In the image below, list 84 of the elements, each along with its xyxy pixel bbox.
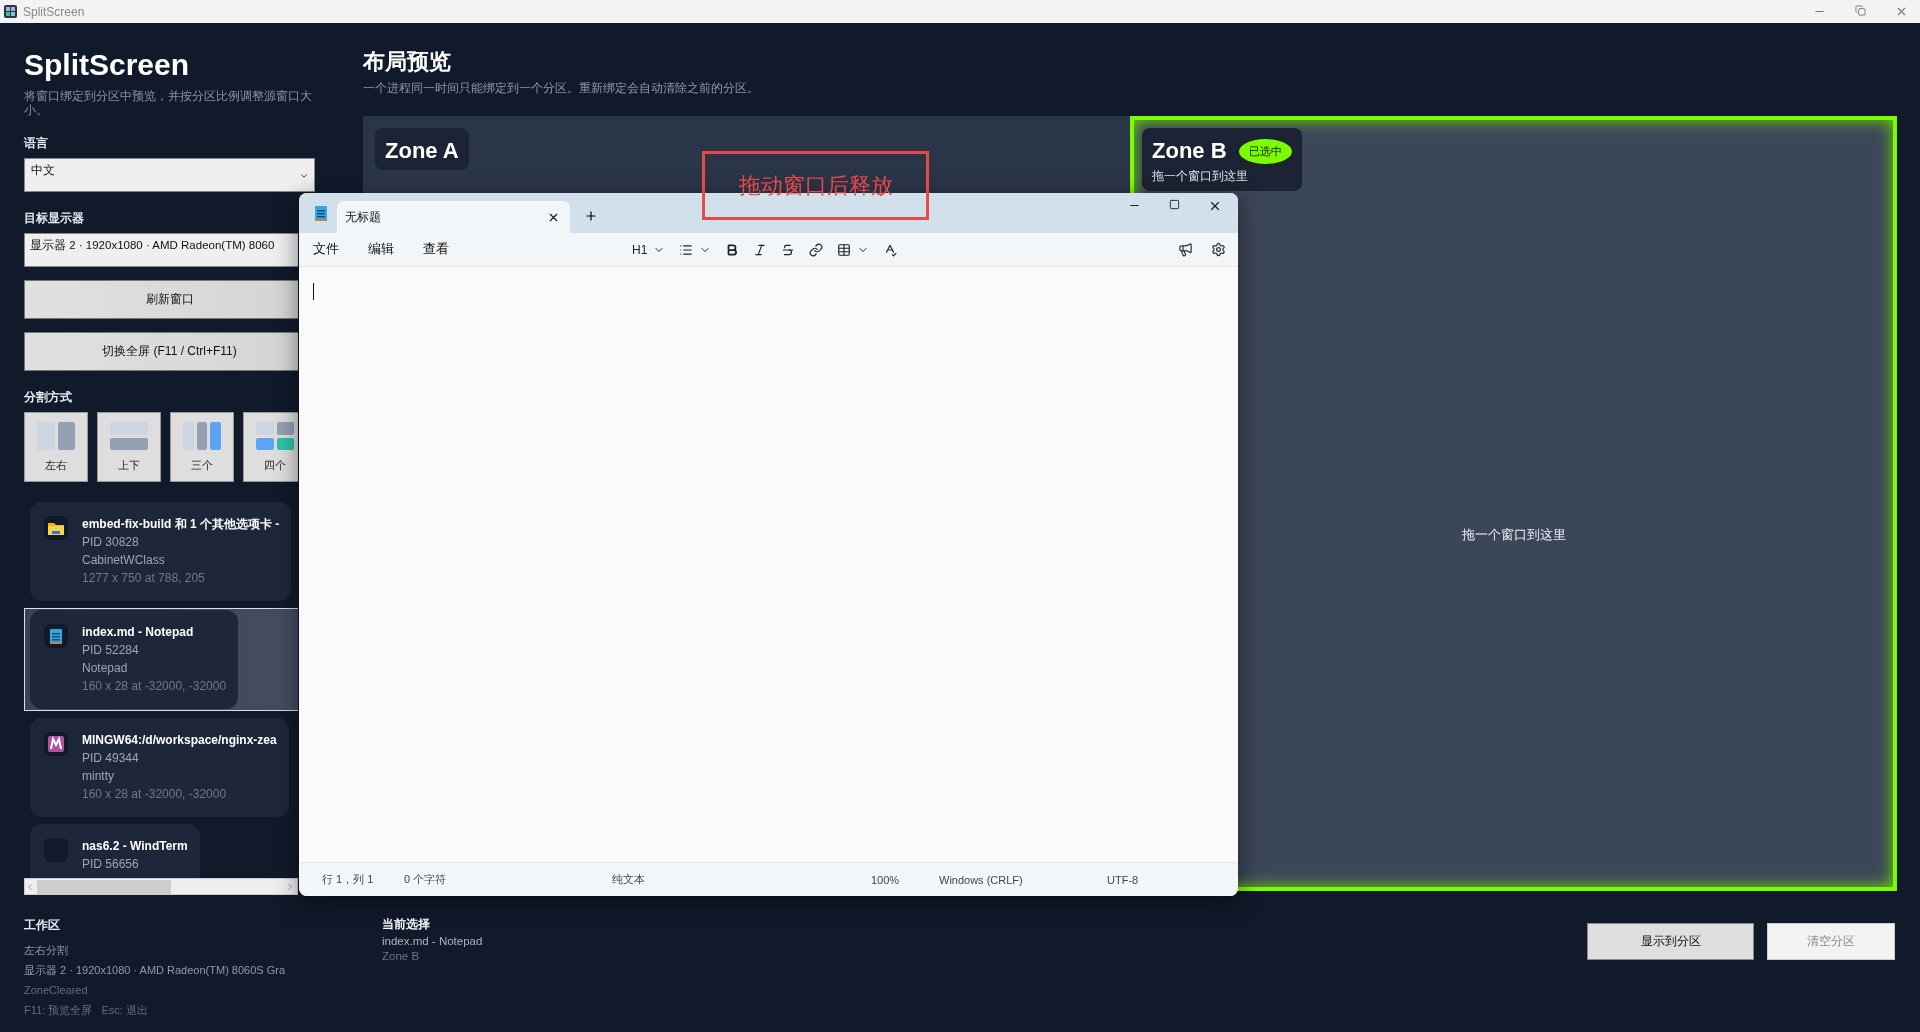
workspace-line: ZoneCleared bbox=[24, 983, 89, 998]
strikethrough-icon[interactable] bbox=[781, 242, 796, 257]
menu-item[interactable]: 文件 bbox=[313, 241, 339, 258]
status-item: 0 个字符 bbox=[404, 872, 448, 887]
app-heading: SplitScreen bbox=[24, 47, 191, 83]
page-description: 一个进程同一时间只能绑定到一个分区。重新绑定会自动清除之前的分区。 bbox=[363, 81, 760, 96]
notepad-icon bbox=[50, 628, 62, 644]
heading-dropdown[interactable]: H1 bbox=[632, 242, 648, 257]
sidebar-button[interactable]: 切换全屏 (F11 / Ctrl+F11) bbox=[24, 332, 298, 371]
window-title-text: embed-fix-build 和 1 个其他选项卡 - bbox=[82, 516, 280, 533]
layout-option[interactable]: 三个 bbox=[170, 412, 234, 482]
settings-icon[interactable] bbox=[1211, 242, 1226, 257]
current-zone: Zone B bbox=[382, 950, 421, 962]
menu-item[interactable]: 编辑 bbox=[368, 241, 394, 258]
window-row[interactable]: nas6.2 - WindTerm PID 56656 bbox=[24, 824, 298, 878]
layout-label: 分割方式 bbox=[24, 389, 73, 406]
scroll-left-icon bbox=[25, 881, 35, 892]
spellcheck-icon[interactable] bbox=[883, 242, 898, 257]
zone-name: Zone B bbox=[1152, 138, 1227, 164]
link-icon[interactable] bbox=[809, 242, 824, 257]
window-title-text: MINGW64:/d/workspace/nginx-zea bbox=[82, 732, 277, 749]
zone-name: Zone A bbox=[385, 138, 459, 164]
window-card[interactable]: nas6.2 - WindTerm PID 56656 bbox=[30, 824, 200, 878]
window-detail: CabinetWClass bbox=[82, 552, 166, 569]
split-top-bottom-icon bbox=[110, 422, 148, 450]
window-detail: PID 56656 bbox=[82, 856, 140, 873]
window-card[interactable]: index.md - Notepad PID 52284 Notepad 160 x 28 at -32000, -32000 bbox=[30, 610, 239, 709]
status-item: 100% bbox=[871, 873, 901, 886]
status-item: 纯文本 bbox=[612, 872, 646, 887]
folder-icon bbox=[48, 521, 64, 535]
layout-option[interactable]: 四个 bbox=[243, 412, 298, 482]
bold-icon[interactable] bbox=[725, 242, 740, 257]
workspace-heading: 工作区 bbox=[24, 917, 61, 934]
window-detail: 1277 x 750 at 788, 205 bbox=[82, 570, 206, 587]
window-title-text: index.md - Notepad bbox=[82, 624, 195, 641]
current-window: index.md - Notepad bbox=[382, 935, 483, 947]
close-icon[interactable] bbox=[1208, 199, 1222, 213]
italic-icon[interactable] bbox=[753, 242, 768, 257]
notepad-icon bbox=[315, 206, 327, 221]
app-icon bbox=[4, 5, 17, 18]
language-label: 语言 bbox=[24, 135, 49, 152]
window-detail: Notepad bbox=[82, 660, 129, 677]
action-button[interactable]: 显示到分区 bbox=[1587, 923, 1754, 960]
window-detail: PID 49344 bbox=[82, 750, 140, 767]
new-tab-icon[interactable] bbox=[584, 209, 598, 223]
zone-hint: 拖一个窗口到这里 bbox=[1152, 168, 1249, 185]
status-item: 行 1，列 1 bbox=[322, 872, 375, 887]
app-description: 将窗口绑定到分区中预览，并按分区比例调整源窗口大小。 bbox=[24, 89, 313, 117]
window-detail: PID 52284 bbox=[82, 642, 140, 659]
megaphone-icon[interactable] bbox=[1178, 242, 1193, 257]
list-icon[interactable] bbox=[679, 242, 694, 257]
window-detail: PID 30828 bbox=[82, 534, 140, 551]
selected-badge: 已选中 bbox=[1238, 138, 1292, 164]
window-detail: 160 x 28 at -32000, -32000 bbox=[82, 786, 228, 803]
scroll-right-icon bbox=[285, 881, 295, 892]
layout-option[interactable]: 左右 bbox=[24, 412, 88, 482]
current-selection-heading: 当前选择 bbox=[382, 917, 431, 932]
maximize-icon[interactable] bbox=[1169, 199, 1180, 210]
status-item: Windows (CRLF) bbox=[939, 873, 1024, 886]
workspace-line: F11: 预览全屏 Esc: 退出 bbox=[24, 1003, 149, 1018]
split-four-icon bbox=[256, 422, 294, 450]
zone-drop-text: 拖一个窗口到这里 bbox=[1461, 526, 1566, 544]
language-select[interactable]: 中文 bbox=[24, 158, 315, 192]
window-title-text: nas6.2 - WindTerm bbox=[82, 838, 188, 855]
window-detail: 160 x 28 at -32000, -32000 bbox=[82, 678, 227, 695]
page-heading: 布局预览 bbox=[363, 48, 452, 76]
window-detail: mintty bbox=[82, 768, 115, 785]
layout-option[interactable]: 上下 bbox=[97, 412, 161, 482]
window-title: SplitScreen bbox=[23, 4, 85, 19]
scrollbar-thumb[interactable] bbox=[37, 879, 171, 894]
sidebar-button[interactable]: 刷新窗口 bbox=[24, 280, 298, 319]
split-three-icon bbox=[183, 422, 221, 450]
menu-item[interactable]: 查看 bbox=[423, 241, 449, 258]
restore-icon[interactable] bbox=[1855, 5, 1866, 16]
monitor-field[interactable]: 显示器 2 · 1920x1080 · AMD Radeon(TM) 8060 bbox=[24, 233, 298, 267]
monitor-label: 目标显示器 bbox=[24, 210, 85, 227]
chevron-down-icon bbox=[299, 171, 309, 181]
workspace-line: 左右分割 bbox=[24, 943, 69, 958]
horizontal-scrollbar[interactable] bbox=[24, 878, 298, 895]
workspace-line: 显示器 2 · 1920x1080 · AMD Radeon(TM) 8060S Gra bbox=[24, 963, 287, 978]
split-left-right-icon bbox=[37, 422, 75, 450]
table-icon[interactable] bbox=[837, 242, 852, 257]
selected-window-row[interactable]: index.md - Notepad PID 52284 Notepad 160 x 28 at -32000, -32000 bbox=[24, 608, 298, 711]
document-tab[interactable]: 无标题 bbox=[337, 201, 570, 233]
